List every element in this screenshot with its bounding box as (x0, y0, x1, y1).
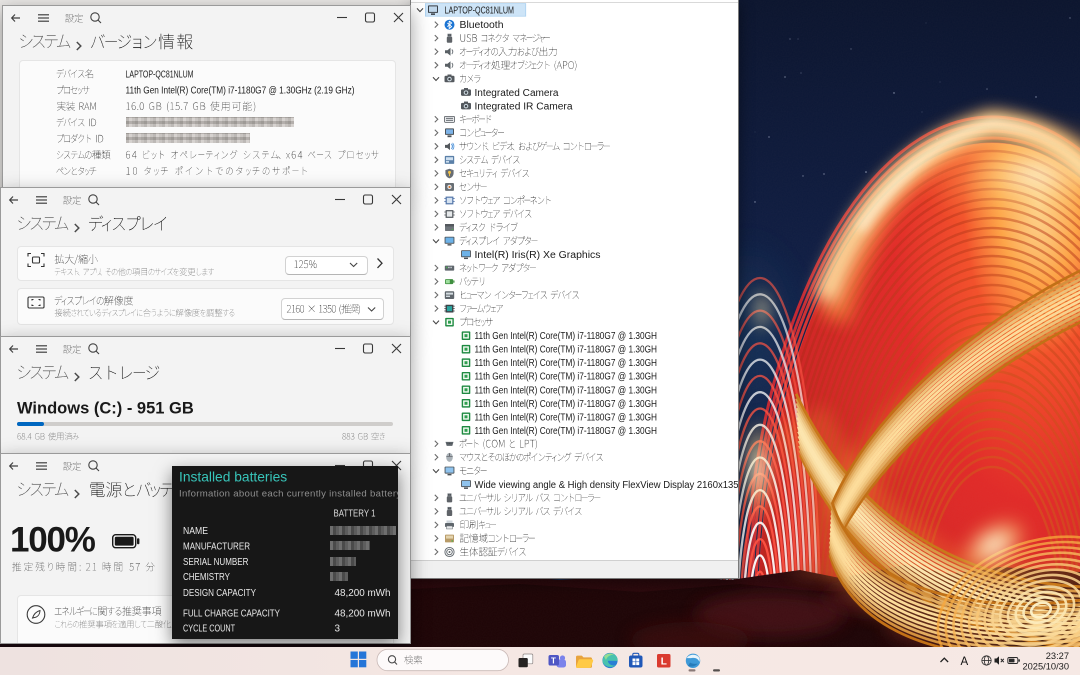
svg-text:Information about each current: Information about each currently install… (179, 489, 399, 500)
svg-text:3: 3 (334, 623, 340, 634)
svg-text:Bluetooth: Bluetooth (460, 20, 504, 31)
svg-text:11th Gen Intel(R) Core(TM) i7-: 11th Gen Intel(R) Core(TM) i7-1180G7 @ 1… (475, 412, 658, 423)
svg-text:Installed batteries: Installed batteries (179, 469, 287, 484)
svg-text:11th Gen Intel(R) Core(TM) i7-: 11th Gen Intel(R) Core(TM) i7-1180G7 @ 1… (475, 426, 658, 437)
svg-text:T: T (551, 656, 556, 665)
svg-text:23:27: 23:27 (1046, 650, 1069, 660)
svg-text:LAPTOP-QC81NLUM: LAPTOP-QC81NLUM (126, 69, 194, 80)
svg-text:SERIAL NUMBER: SERIAL NUMBER (183, 557, 249, 568)
svg-text:100%: 100% (10, 521, 96, 560)
svg-text:48,200 mWh: 48,200 mWh (334, 588, 390, 599)
svg-text:48,200 mWh: 48,200 mWh (334, 609, 390, 620)
svg-text:Wide viewing angle & High dens: Wide viewing angle & High density FlexVi… (475, 480, 739, 491)
svg-text:DESIGN CAPACITY: DESIGN CAPACITY (183, 588, 256, 599)
svg-text:11th Gen Intel(R) Core(TM) i7-: 11th Gen Intel(R) Core(TM) i7-1180G7 @ 1… (475, 345, 658, 356)
svg-text:11th Gen Intel(R) Core(TM) i7-: 11th Gen Intel(R) Core(TM) i7-1180G7 @ 1… (475, 331, 658, 342)
svg-text:Integrated Camera: Integrated Camera (475, 88, 560, 99)
svg-text:A: A (961, 655, 969, 667)
svg-text:Integrated IR Camera: Integrated IR Camera (475, 101, 574, 112)
svg-text:11th Gen Intel(R) Core(TM) i7-: 11th Gen Intel(R) Core(TM) i7-1180G7 @ 1… (475, 358, 658, 369)
svg-text:BATTERY 1: BATTERY 1 (333, 509, 375, 520)
svg-text:NAME: NAME (183, 526, 208, 537)
svg-text:L: L (661, 656, 667, 667)
svg-text:LAPTOP-QC81NLUM: LAPTOP-QC81NLUM (445, 5, 515, 16)
svg-text:Windows (C:) - 951 GB: Windows (C:) - 951 GB (17, 400, 194, 418)
svg-text:Intel(R) Iris(R) Xe Graphics: Intel(R) Iris(R) Xe Graphics (475, 250, 601, 261)
svg-text:11th Gen Intel(R) Core(TM) i7-: 11th Gen Intel(R) Core(TM) i7-1180G7 @ 1… (475, 372, 658, 383)
svg-text:11th Gen Intel(R) Core(TM) i7-: 11th Gen Intel(R) Core(TM) i7-1180G7 @ 1… (475, 399, 658, 410)
svg-text:11th Gen Intel(R) Core(TM) i7-: 11th Gen Intel(R) Core(TM) i7-1180G7 @ 1… (475, 385, 658, 396)
svg-text:2025/10/30: 2025/10/30 (1022, 661, 1069, 671)
svg-text:FULL CHARGE CAPACITY: FULL CHARGE CAPACITY (183, 609, 280, 620)
svg-text:CYCLE COUNT: CYCLE COUNT (183, 623, 235, 634)
svg-text:MANUFACTURER: MANUFACTURER (183, 541, 250, 552)
svg-text:11th Gen Intel(R) Core(TM) i7-: 11th Gen Intel(R) Core(TM) i7-1180G7 @ 1… (126, 85, 355, 96)
svg-text:CHEMISTRY: CHEMISTRY (183, 572, 230, 583)
